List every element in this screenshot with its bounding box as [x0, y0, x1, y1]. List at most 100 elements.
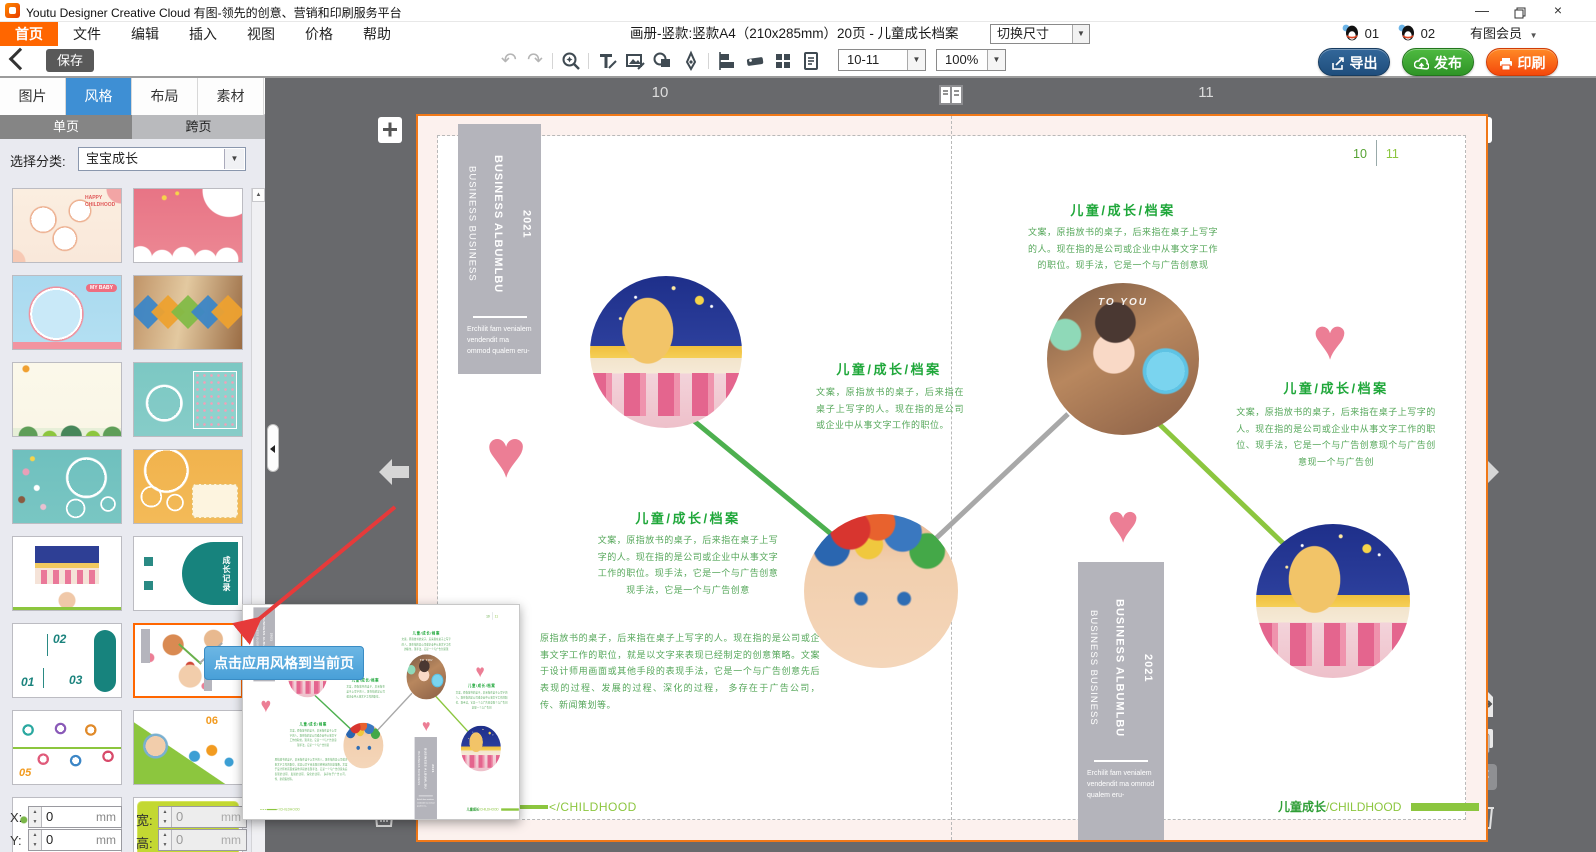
x-stepper[interactable]: ▲▼ [29, 807, 42, 827]
footer-right[interactable]: 儿童成长 /CHILDHOOD [467, 807, 519, 812]
style-thumbnail-2[interactable] [133, 188, 243, 263]
menu-insert[interactable]: 插入 [174, 22, 232, 46]
section-title[interactable]: 儿童/成长/档案 [400, 630, 452, 636]
footer-right[interactable]: 儿童成长 /CHILDHOOD [1278, 798, 1479, 815]
text-tool[interactable] [596, 50, 618, 72]
zoom-region-tool[interactable] [560, 50, 582, 72]
style-thumbnail-14[interactable]: 06 [133, 710, 243, 785]
shape-tool[interactable] [652, 50, 674, 72]
body-text-a[interactable]: 文案，原指放书的桌子，后来指在桌子上写字的人。现在指的是公司或企业中从事文字工作… [346, 684, 384, 699]
heart-shape[interactable]: ♥ [420, 718, 434, 733]
tab-materials[interactable]: 素材 [198, 78, 264, 115]
body-text-b[interactable]: 文案，原指放书的桌子，后来指在桌子上写字的人。现在指的是公司或企业中从事文字工作… [596, 532, 780, 599]
stepper-down-icon[interactable]: ▼ [29, 817, 41, 827]
style-thumbnail-9[interactable] [12, 536, 122, 611]
height-input[interactable]: ▲▼ 0 mm [158, 829, 247, 851]
style-thumbnail-1[interactable]: HAPPY CHILDHOOD [12, 188, 122, 263]
tab-pictures[interactable]: 图片 [0, 78, 66, 115]
style-thumbnail-3[interactable]: MY BABY [12, 275, 122, 350]
style-thumbnail-13[interactable]: 05 [12, 710, 122, 785]
redo-button[interactable]: ↷ [524, 50, 546, 72]
body-text-e[interactable]: 文案，原指放书的桌子，后来指在桌子上写字的人。现在指的是公司或企业中从事文字工作… [1233, 404, 1439, 471]
gray-banner-right[interactable]: BUSINESS BUSINESSBUSINESS ALBUMLBU 2021 … [415, 737, 437, 819]
classroom-photo-2[interactable] [461, 726, 501, 772]
style-thumbnail-4[interactable] [133, 275, 243, 350]
window-close-button[interactable]: × [1544, 0, 1572, 21]
save-button[interactable]: 保存 [46, 49, 94, 72]
gray-banner-right[interactable]: BUSINESS BUSINESSBUSINESS ALBUMLBU 2021 … [1078, 562, 1164, 840]
gray-banner-left[interactable]: BUSINESS BUSINESSBUSINESS ALBUMLBU 2021 … [458, 124, 541, 374]
tab-layout[interactable]: 布局 [132, 78, 198, 115]
sidebar-collapse-handle[interactable] [267, 424, 279, 472]
back-button[interactable] [9, 48, 32, 71]
pen-tool[interactable] [680, 50, 702, 72]
classroom-photo-2[interactable] [1256, 524, 1410, 678]
undo-button[interactable]: ↶ [498, 50, 520, 72]
qq-account-1[interactable]: 01 [1342, 22, 1379, 46]
heart-shape[interactable]: ♥ [473, 663, 488, 680]
section-title[interactable]: 儿童/成长/档案 [590, 508, 786, 527]
align-tool[interactable] [716, 50, 738, 72]
print-button[interactable]: 印刷 [1486, 48, 1558, 76]
grid-view-tool[interactable] [772, 50, 794, 72]
y-input[interactable]: ▲▼ 0 mm [28, 829, 122, 851]
style-thumbnail-5[interactable] [12, 362, 122, 437]
spread-view-icon[interactable] [938, 83, 964, 112]
classroom-photo-1[interactable] [590, 276, 742, 428]
zoom-level-select[interactable]: 100% ▼ [936, 49, 1006, 71]
section-title[interactable]: 儿童/成长/档案 [456, 683, 508, 689]
window-restore-button[interactable] [1506, 0, 1534, 21]
window-minimize-button[interactable]: — [1468, 0, 1496, 21]
subtab-spread-page[interactable]: 跨页 [132, 115, 265, 139]
men-help[interactable]: 帮助 [348, 22, 406, 46]
publish-button[interactable]: 发布 [1402, 48, 1474, 76]
section-title[interactable]: 儿童/成长/档案 [288, 721, 339, 727]
page-view-tool[interactable] [800, 50, 822, 72]
page-range-select[interactable]: 10-11 ▼ [838, 49, 926, 71]
qq-account-2[interactable]: 02 [1398, 22, 1435, 46]
menu-edit[interactable]: 编辑 [116, 22, 174, 46]
menu-price[interactable]: 价格 [290, 22, 348, 46]
scroll-up-button[interactable]: ▲ [252, 188, 265, 202]
member-menu[interactable]: 有图会员 ▼ [1470, 22, 1538, 46]
body-text-a[interactable]: 文案，原指放书的桌子，后来指在桌子上写字的人。现在指的是公司或企业中从事文字工作… [816, 384, 964, 434]
menu-view[interactable]: 视图 [232, 22, 290, 46]
body-text-c[interactable]: 原指放书的桌子，后来指在桌子上写字的人。现在指的是公司或企 事文字工作的职位，就… [275, 757, 348, 782]
image-tool[interactable] [624, 50, 646, 72]
add-page-left-button[interactable] [377, 116, 403, 144]
style-thumbnail-7[interactable] [12, 449, 122, 524]
style-thumbnail-11[interactable]: 02 01 03 [12, 623, 122, 698]
y-stepper[interactable]: ▲▼ [29, 830, 42, 850]
body-text-b[interactable]: 文案，原指放书的桌子，后来指在桌子上写字的人。现在指的是公司或企业中从事文字工作… [289, 728, 337, 748]
boy-photo[interactable] [804, 514, 958, 668]
heart-shape[interactable]: ♥ [474, 422, 538, 486]
switch-size-dropdown[interactable]: 切换尺寸 ▼ [990, 24, 1090, 44]
body-text-d[interactable]: 文案，原指放书的桌子，后来指在桌子上写字的人。现在指的是公司或企业中从事文字工作… [401, 637, 451, 652]
heart-shape[interactable]: ♥ [258, 696, 275, 715]
heart-shape[interactable]: ♥ [1302, 312, 1358, 368]
section-title[interactable]: 儿童/成长/档案 [1236, 378, 1436, 397]
girl-photo[interactable]: TO YOU [1047, 283, 1199, 435]
stepper-up-icon[interactable]: ▲ [29, 830, 41, 840]
tab-styles[interactable]: 风格 [66, 78, 132, 115]
boy-photo[interactable] [343, 723, 383, 769]
footer-left[interactable]: </CHILDHOOD [260, 807, 300, 811]
width-input[interactable]: ▲▼ 0 mm [158, 806, 247, 828]
stepper-up-icon[interactable]: ▲ [29, 807, 41, 817]
menu-file[interactable]: 文件 [58, 22, 116, 46]
girl-photo[interactable]: TO YOU [407, 654, 447, 699]
prev-spread-arrow[interactable] [378, 458, 410, 491]
x-input[interactable]: ▲▼ 0 mm [28, 806, 122, 828]
subtab-single-page[interactable]: 单页 [0, 115, 132, 139]
body-text-e[interactable]: 文案，原指放书的桌子，后来指在桌子上写字的人。现在指的是公司或企业中从事文字工作… [455, 690, 509, 710]
album-spread[interactable]: BUSINESS BUSINESSBUSINESS ALBUMLBU 2021 … [418, 116, 1486, 840]
body-text-d[interactable]: 文案，原指放书的桌子，后来指在桌子上写字的人。现在指的是公司或企业中从事文字工作… [1026, 224, 1220, 274]
heart-shape[interactable]: ♥ [1097, 498, 1149, 550]
category-select[interactable]: 宝宝成长 ▼ [78, 147, 246, 171]
menu-home[interactable]: 首页 [0, 22, 58, 46]
stepper-down-icon[interactable]: ▼ [29, 840, 41, 850]
section-title[interactable]: 儿童/成长/档案 [1023, 200, 1223, 219]
section-title[interactable]: 儿童/成长/档案 [813, 359, 965, 378]
export-button[interactable]: 导出 [1318, 48, 1390, 76]
style-thumbnail-6[interactable] [133, 362, 243, 437]
